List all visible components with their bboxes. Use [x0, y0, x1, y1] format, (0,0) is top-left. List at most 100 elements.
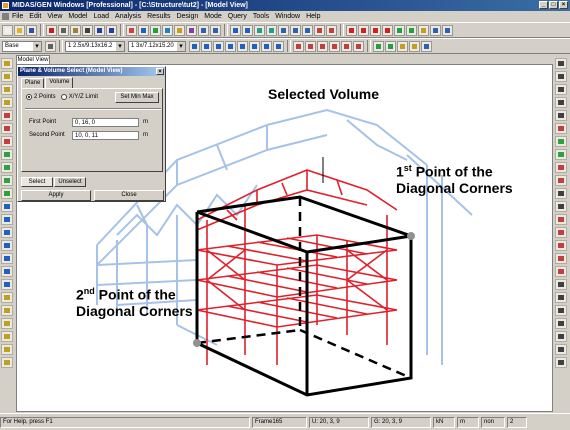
- zoom-window-icon[interactable]: [242, 24, 253, 36]
- section-combo-2[interactable]: 1 3x/7.12x15.20: [128, 40, 186, 52]
- active-all-icon[interactable]: [317, 40, 328, 52]
- render-icon[interactable]: [382, 24, 393, 36]
- menu-tools[interactable]: Tools: [253, 13, 269, 20]
- rtool-icon-19[interactable]: [555, 292, 567, 303]
- status-force-unit[interactable]: kN: [433, 416, 455, 428]
- redo-icon[interactable]: [106, 24, 117, 36]
- view-front-icon[interactable]: [314, 24, 325, 36]
- tool-icon-5[interactable]: [1, 110, 13, 121]
- tool-icon-17[interactable]: [1, 266, 13, 277]
- paste-icon[interactable]: [70, 24, 81, 36]
- new-file-icon[interactable]: [2, 24, 13, 36]
- pan-icon[interactable]: [254, 24, 265, 36]
- menu-load[interactable]: Load: [93, 13, 109, 20]
- select-volume-icon[interactable]: [249, 40, 260, 52]
- tool-icon-6[interactable]: [1, 123, 13, 134]
- zoom-icon[interactable]: [230, 24, 241, 36]
- light-icon[interactable]: [406, 24, 417, 36]
- menu-model[interactable]: Model: [68, 13, 87, 20]
- hidden-icon[interactable]: [346, 24, 357, 36]
- first-point-input[interactable]: 0, 16, 0: [72, 118, 139, 127]
- rtool-icon-15[interactable]: [555, 240, 567, 251]
- set-min-max-button[interactable]: Set Min Max: [115, 92, 159, 103]
- rtool-icon-4[interactable]: [555, 97, 567, 108]
- settings-icon[interactable]: [421, 40, 432, 52]
- select-all-icon[interactable]: [261, 40, 272, 52]
- menu-edit[interactable]: Edit: [29, 13, 41, 20]
- boundary-icon[interactable]: [186, 24, 197, 36]
- radio-2-points[interactable]: [26, 94, 32, 100]
- tool-icon-23[interactable]: [1, 344, 13, 355]
- tool-icon-15[interactable]: [1, 240, 13, 251]
- open-file-icon[interactable]: [14, 24, 25, 36]
- print-icon[interactable]: [82, 24, 93, 36]
- menu-design[interactable]: Design: [176, 13, 198, 20]
- maximize-button[interactable]: □: [549, 1, 558, 9]
- tool-icon-7[interactable]: [1, 136, 13, 147]
- display-icon[interactable]: [370, 24, 381, 36]
- tool-icon-10[interactable]: [1, 175, 13, 186]
- tool-icon-24[interactable]: [1, 357, 13, 368]
- rtool-icon-1[interactable]: [555, 58, 567, 69]
- close-button[interactable]: Close: [94, 190, 164, 201]
- tool-icon-12[interactable]: [1, 201, 13, 212]
- tool-icon-2[interactable]: [1, 71, 13, 82]
- apply-button[interactable]: Apply: [21, 190, 91, 201]
- tab-volume[interactable]: Volume: [45, 77, 74, 88]
- select-icon[interactable]: [189, 40, 200, 52]
- menu-analysis[interactable]: Analysis: [115, 13, 141, 20]
- select-polygon-icon[interactable]: [213, 40, 224, 52]
- tool-icon-14[interactable]: [1, 227, 13, 238]
- menu-window[interactable]: Window: [275, 13, 300, 20]
- tool-icon-22[interactable]: [1, 331, 13, 342]
- rtool-icon-8[interactable]: [555, 149, 567, 160]
- unselect-icon[interactable]: [273, 40, 284, 52]
- dialog-close-icon[interactable]: ×: [156, 68, 164, 75]
- grid-icon[interactable]: [430, 24, 441, 36]
- status-page[interactable]: 2: [507, 416, 527, 428]
- rtool-icon-17[interactable]: [555, 266, 567, 277]
- rtool-icon-11[interactable]: [555, 188, 567, 199]
- tool-icon-11[interactable]: [1, 188, 13, 199]
- tool-icon-8[interactable]: [1, 149, 13, 160]
- save-icon[interactable]: [26, 24, 37, 36]
- close-window-button[interactable]: ×: [559, 1, 568, 9]
- rtool-icon-16[interactable]: [555, 253, 567, 264]
- tool-icon-16[interactable]: [1, 253, 13, 264]
- rtool-icon-21[interactable]: [555, 318, 567, 329]
- select-window-icon[interactable]: [201, 40, 212, 52]
- rtool-icon-20[interactable]: [555, 305, 567, 316]
- inactivate-icon[interactable]: [305, 40, 316, 52]
- tool-icon-4[interactable]: [1, 97, 13, 108]
- select-intersect-icon[interactable]: [225, 40, 236, 52]
- minimize-button[interactable]: _: [539, 1, 548, 9]
- rtool-icon-6[interactable]: [555, 123, 567, 134]
- view-side-icon[interactable]: [326, 24, 337, 36]
- undo-icon[interactable]: [94, 24, 105, 36]
- select-plane-icon[interactable]: [237, 40, 248, 52]
- rtool-icon-7[interactable]: [555, 136, 567, 147]
- rtool-icon-13[interactable]: [555, 214, 567, 225]
- radio-xyz-limit[interactable]: [60, 94, 67, 100]
- story-icon[interactable]: [45, 40, 56, 52]
- rotate-icon[interactable]: [278, 24, 289, 36]
- query-node-icon[interactable]: [385, 40, 396, 52]
- shrink-icon[interactable]: [358, 24, 369, 36]
- view-iso-icon[interactable]: [290, 24, 301, 36]
- fit-icon[interactable]: [266, 24, 277, 36]
- rtool-icon-22[interactable]: [555, 331, 567, 342]
- section-combo-1[interactable]: 1 2.5x/9.13x16.2: [65, 40, 125, 52]
- element-icon[interactable]: [162, 24, 173, 36]
- tool-icon-1[interactable]: [1, 58, 13, 69]
- rtool-icon-3[interactable]: [555, 84, 567, 95]
- rtool-icon-23[interactable]: [555, 344, 567, 355]
- lock-icon[interactable]: [409, 40, 420, 52]
- active-story-icon[interactable]: [341, 40, 352, 52]
- status-mode[interactable]: non: [481, 416, 505, 428]
- activate-icon[interactable]: [293, 40, 304, 52]
- second-point-input[interactable]: 10, 0, 11: [72, 131, 139, 140]
- query-element-icon[interactable]: [397, 40, 408, 52]
- copy-icon[interactable]: [58, 24, 69, 36]
- snap-icon[interactable]: [442, 24, 453, 36]
- cut-icon[interactable]: [46, 24, 57, 36]
